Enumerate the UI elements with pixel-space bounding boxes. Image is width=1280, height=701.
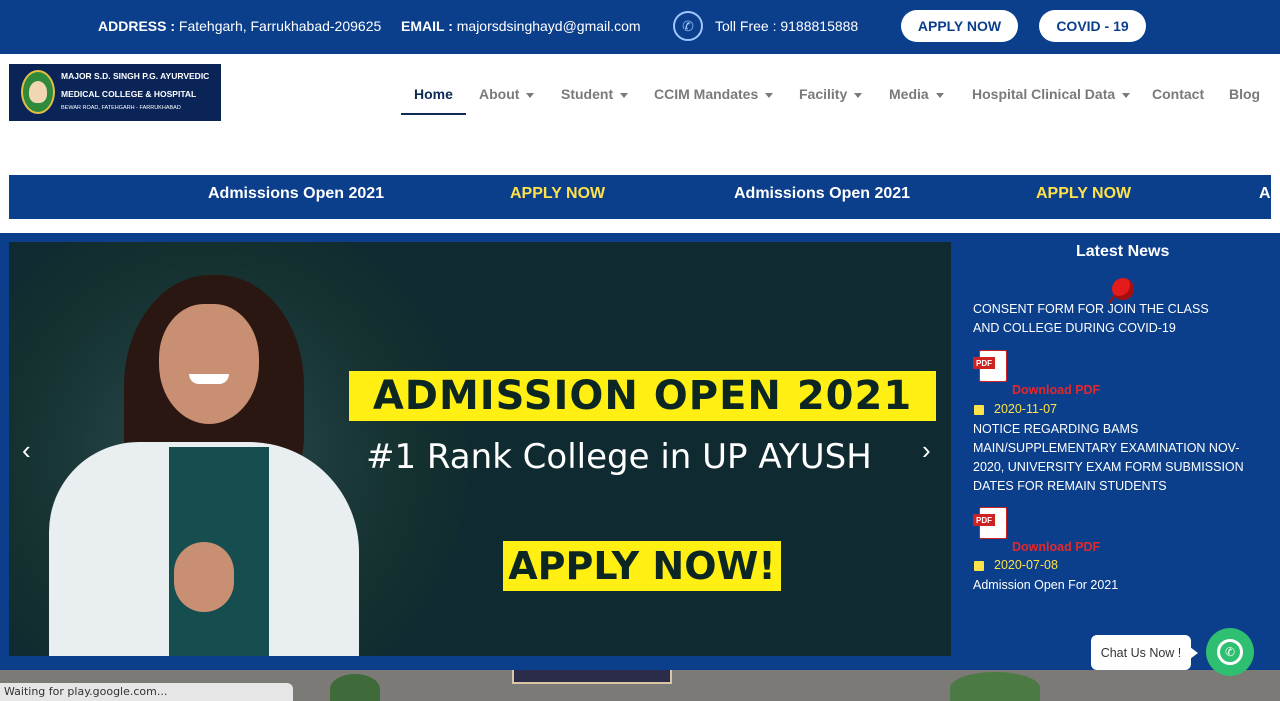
pushpin-icon (1112, 278, 1134, 300)
chevron-down-icon (765, 92, 774, 98)
nav-about[interactable]: About (479, 86, 535, 102)
pdf-tag: PDF (973, 514, 995, 526)
pdf-icon[interactable]: PDF (973, 507, 1009, 541)
slider-prev-icon[interactable]: ‹ (22, 437, 42, 463)
nav-contact-label: Contact (1152, 86, 1205, 102)
chevron-down-icon (854, 92, 863, 98)
chevron-down-icon (1122, 92, 1131, 98)
nav-active-indicator (401, 113, 466, 115)
chevron-down-icon (526, 92, 535, 98)
covid-button[interactable]: COVID - 19 (1039, 10, 1146, 42)
nav-contact[interactable]: Contact (1152, 86, 1204, 102)
chevron-down-icon (620, 92, 629, 98)
student-photo-smile (189, 374, 229, 384)
student-photo-hand (174, 542, 234, 612)
student-photo-face (159, 304, 259, 424)
logo-line-3: BEWAR ROAD, FATEHGARH - FARRUKHABAD (61, 105, 181, 111)
nav-student[interactable]: Student (561, 86, 629, 102)
nav-facility[interactable]: Facility (799, 86, 863, 102)
news-item-text[interactable]: Admission Open For 2021 (973, 576, 1267, 595)
logo-emblem-icon (21, 70, 55, 114)
photo-plant (330, 674, 380, 701)
address-label: ADDRESS : (98, 18, 176, 34)
nav-ccim-label: CCIM Mandates (654, 86, 759, 102)
slide-rank-text: #1 Rank College in UP AYUSH (366, 437, 872, 477)
download-pdf-link[interactable]: Download PDF (1012, 540, 1100, 554)
email-label: EMAIL : (401, 18, 453, 34)
apply-now-button[interactable]: APPLY NOW (901, 10, 1018, 42)
nav-ccim-mandates[interactable]: CCIM Mandates (654, 86, 774, 102)
marquee-item[interactable]: APPLY NOW (1036, 185, 1131, 203)
nav-media[interactable]: Media (889, 86, 944, 102)
email: EMAIL : majorsdsinghayd@gmail.com (401, 18, 641, 34)
nav-hospital-clinical-data[interactable]: Hospital Clinical Data (972, 86, 1131, 102)
phone-icon: ✆ (673, 11, 703, 41)
slider-next-icon[interactable]: › (922, 437, 942, 463)
nav-facility-label: Facility (799, 86, 848, 102)
pdf-icon[interactable]: PDF (973, 350, 1009, 384)
chat-now-bubble[interactable]: Chat Us Now ! (1091, 635, 1198, 670)
toll-free-number[interactable]: Toll Free : 9188815888 (715, 18, 858, 34)
marquee-item[interactable]: Admissions Open 2021 (734, 185, 910, 203)
address: ADDRESS : Fatehgarh, Farrukhabad-209625 (98, 18, 381, 34)
slide-cta[interactable]: APPLY NOW! (503, 541, 781, 591)
nav-hospital-label: Hospital Clinical Data (972, 86, 1116, 102)
photo-plant (950, 672, 1040, 701)
browser-status-bar: Waiting for play.google.com... (0, 683, 293, 701)
nav-student-label: Student (561, 86, 614, 102)
email-value[interactable]: majorsdsinghayd@gmail.com (457, 18, 641, 34)
news-ticker: CONSENT FORM FOR JOIN THE CLASS AND COLL… (973, 303, 1268, 603)
latest-news-title: Latest News (1076, 243, 1170, 260)
photo-signboard (512, 670, 672, 684)
news-date: 2020-07-08 (994, 558, 1058, 572)
address-value: Fatehgarh, Farrukhabad-209625 (178, 18, 382, 34)
marquee-item[interactable]: Admissions Open 2021 (208, 185, 384, 203)
logo-line-2: MEDICAL COLLEGE & HOSPITAL (61, 89, 197, 99)
nav-home[interactable]: Home (414, 86, 453, 102)
top-info-bar: ADDRESS : Fatehgarh, Farrukhabad-209625 … (0, 0, 1280, 54)
marquee-item[interactable]: APPLY NOW (510, 185, 605, 203)
nav-home-label: Home (414, 86, 453, 102)
calendar-icon (974, 561, 984, 571)
nav-blog[interactable]: Blog (1229, 86, 1260, 102)
whatsapp-icon: ✆ (1217, 639, 1243, 665)
logo-line-1: MAJOR S.D. SINGH P.G. AYURVEDIC (61, 71, 210, 81)
calendar-icon (974, 405, 984, 415)
whatsapp-button[interactable]: ✆ (1206, 628, 1254, 676)
download-pdf-link[interactable]: Download PDF (1012, 383, 1100, 397)
news-date: 2020-11-07 (994, 402, 1058, 416)
nav-blog-label: Blog (1229, 86, 1261, 102)
nav-media-label: Media (889, 86, 929, 102)
admissions-marquee[interactable]: Admissions Open 2021 APPLY NOW Admission… (9, 175, 1271, 219)
marquee-item[interactable]: Ad (1259, 185, 1271, 203)
chevron-down-icon (935, 92, 944, 98)
news-item-text[interactable]: NOTICE REGARDING BAMS MAIN/SUPPLEMENTARY… (973, 420, 1267, 496)
news-item-text[interactable]: CONSENT FORM FOR JOIN THE CLASS AND COLL… (973, 303, 1233, 338)
nav-about-label: About (479, 86, 520, 102)
pdf-tag: PDF (973, 357, 995, 369)
college-logo[interactable]: MAJOR S.D. SINGH P.G. AYURVEDIC MEDICAL … (9, 64, 221, 121)
slide-headline: ADMISSION OPEN 2021 (349, 371, 936, 421)
